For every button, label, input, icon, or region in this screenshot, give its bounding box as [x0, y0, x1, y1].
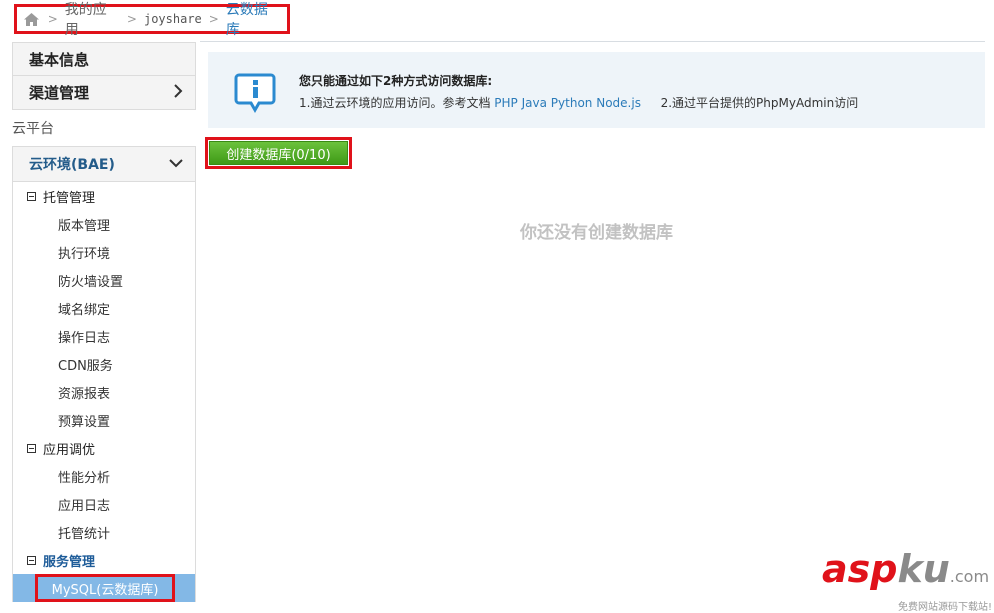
info-line-suffix: 2.通过平台提供的PhpMyAdmin访问 — [660, 96, 859, 110]
sidebar-basic-info-label: 基本信息 — [29, 50, 90, 69]
watermark-logo: aspku.com — [822, 547, 990, 591]
doc-link-java[interactable]: Java — [522, 96, 547, 110]
tree-group-hosting[interactable]: 托管管理 — [13, 182, 195, 210]
sidebar: 基本信息 渠道管理 云平台 云环境(BAE) 托管管理 版本管理 执行环境 防火… — [12, 42, 196, 602]
tree-item-budget[interactable]: 预算设置 — [13, 406, 195, 434]
sidebar-tree: 托管管理 版本管理 执行环境 防火墙设置 域名绑定 操作日志 CDN服务 资源报… — [12, 182, 196, 602]
info-line-prefix: 1.通过云环境的应用访问。参考文档 — [299, 96, 491, 110]
collapse-icon[interactable] — [27, 443, 36, 453]
info-icon — [233, 71, 277, 115]
sidebar-cloud-env[interactable]: 云环境(BAE) — [12, 146, 196, 182]
info-title: 您只能通过如下2种方式访问数据库: — [299, 74, 493, 88]
tree-item-perf[interactable]: 性能分析 — [13, 462, 195, 490]
highlight-box: 创建数据库(0/10) — [205, 137, 352, 169]
tree-item-resource-report[interactable]: 资源报表 — [13, 378, 195, 406]
chevron-right-icon — [173, 83, 183, 102]
tree-group-label: 服务管理 — [43, 554, 96, 570]
tree-item-mysql[interactable]: MySQL(云数据库) — [13, 574, 195, 602]
chevron-down-icon — [169, 156, 183, 172]
tree-item-hosting-stats[interactable]: 托管统计 — [13, 518, 195, 546]
sidebar-channel-mgmt[interactable]: 渠道管理 — [12, 76, 196, 110]
breadcrumb-separator: > — [126, 12, 137, 26]
tree-group-services[interactable]: 服务管理 — [13, 546, 195, 574]
highlight-box: MySQL(云数据库) — [35, 574, 175, 602]
doc-link-php[interactable]: PHP — [494, 96, 518, 110]
tree-item-version[interactable]: 版本管理 — [13, 210, 195, 238]
tree-item-cdn[interactable]: CDN服务 — [13, 350, 195, 378]
info-line: 1.通过云环境的应用访问。参考文档 PHP Java Python Node.j… — [299, 94, 858, 111]
tree-item-runtime[interactable]: 执行环境 — [13, 238, 195, 266]
tree-item-oplog[interactable]: 操作日志 — [13, 322, 195, 350]
breadcrumb-my-apps[interactable]: 我的应用 — [65, 0, 120, 39]
tree-item-firewall[interactable]: 防火墙设置 — [13, 266, 195, 294]
breadcrumb-app[interactable]: joyshare — [144, 12, 202, 26]
top-divider — [200, 41, 985, 42]
sidebar-cloud-env-label: 云环境(BAE) — [29, 157, 115, 173]
info-panel: 您只能通过如下2种方式访问数据库: 1.通过云环境的应用访问。参考文档 PHP … — [208, 52, 985, 128]
sidebar-basic-info[interactable]: 基本信息 — [12, 42, 196, 76]
sidebar-section-cloud-platform: 云平台 — [12, 121, 54, 137]
tree-group-label: 应用调优 — [43, 442, 96, 458]
tree-item-applog[interactable]: 应用日志 — [13, 490, 195, 518]
sidebar-channel-mgmt-label: 渠道管理 — [29, 84, 90, 102]
doc-link-nodejs[interactable]: Node.js — [596, 96, 641, 110]
empty-state-message: 你还没有创建数据库 — [520, 223, 673, 243]
tree-group-tuning[interactable]: 应用调优 — [13, 434, 195, 462]
breadcrumb-separator: > — [47, 12, 58, 26]
tree-group-label: 托管管理 — [43, 190, 96, 206]
breadcrumb-current: 云数据库 — [225, 2, 268, 38]
home-icon[interactable] — [23, 11, 41, 27]
breadcrumb-separator: > — [208, 12, 219, 26]
doc-link-python[interactable]: Python — [551, 96, 593, 110]
breadcrumb: > 我的应用 > joyshare > 云数据库 — [14, 2, 290, 38]
create-database-button[interactable]: 创建数据库(0/10) — [209, 141, 348, 165]
tree-item-mysql-label: MySQL(云数据库) — [51, 582, 159, 598]
collapse-icon[interactable] — [27, 191, 36, 201]
tree-item-domain[interactable]: 域名绑定 — [13, 294, 195, 322]
site-watermark: aspku.com 免费网站源码下载站! — [822, 547, 992, 613]
collapse-icon[interactable] — [27, 555, 36, 565]
